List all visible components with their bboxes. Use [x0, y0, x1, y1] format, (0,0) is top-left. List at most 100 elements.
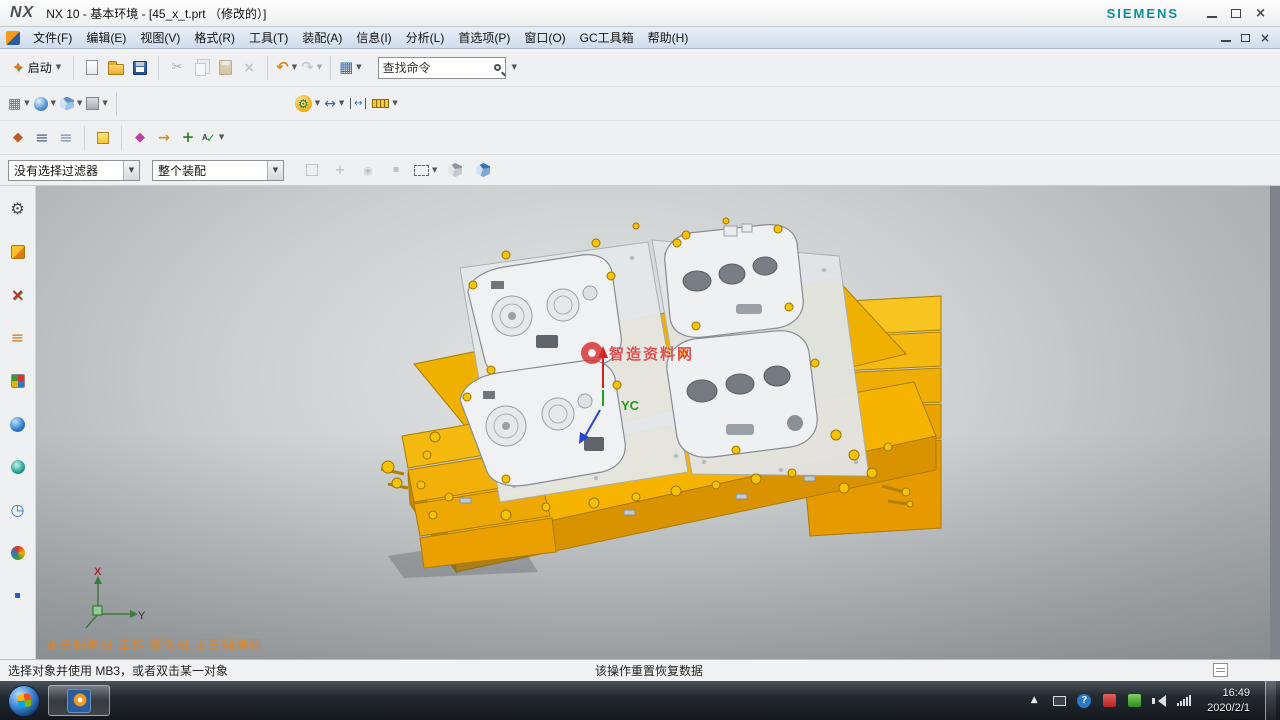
- blue-cube-icon: [476, 163, 490, 177]
- triad-y-label: Y: [138, 610, 146, 622]
- web-browser-icon[interactable]: [7, 413, 29, 435]
- show-hide-button[interactable]: ↔ ▼: [322, 91, 346, 117]
- layer-category-button[interactable]: ≡: [54, 125, 78, 151]
- status-panel-icon[interactable]: [1213, 663, 1228, 677]
- menu-item-gc-toolbox[interactable]: GC工具箱: [573, 26, 641, 49]
- open-button[interactable]: [104, 55, 128, 81]
- minimize-icon[interactable]: [1207, 16, 1217, 18]
- selection-scope-caret-icon[interactable]: ▼: [267, 161, 283, 180]
- update-tray-icon[interactable]: [1126, 693, 1142, 709]
- save-button[interactable]: [128, 55, 152, 81]
- palette-mini-icon[interactable]: ▪: [7, 585, 29, 607]
- paste-icon: [219, 60, 232, 75]
- move-component-button[interactable]: ◆: [6, 125, 30, 151]
- triad-origin[interactable]: [93, 606, 102, 615]
- background-button[interactable]: ▼: [84, 91, 109, 117]
- layer-settings-button[interactable]: ≡: [30, 125, 54, 151]
- open-folder-icon: [108, 64, 124, 75]
- reuse-library-icon[interactable]: [7, 370, 29, 392]
- search-caret-icon[interactable]: ▼: [512, 64, 517, 71]
- grid-display-button[interactable]: ▦ ▼: [6, 91, 32, 117]
- system-tray: ▲ ? 16:49 2020/2/1: [1026, 681, 1280, 720]
- xform-button[interactable]: ◆: [128, 125, 152, 151]
- snap-center-button[interactable]: ◉: [356, 157, 380, 183]
- menu-item-view[interactable]: 视图(V): [133, 26, 187, 49]
- snap-center-icon: ◉: [363, 165, 373, 176]
- windows-flag-icon: [17, 693, 31, 707]
- taskbar-nx-app-button[interactable]: [48, 685, 110, 716]
- layer-settings-icon: ≡: [35, 130, 48, 146]
- command-finder-input[interactable]: [383, 61, 494, 75]
- spell-check-button[interactable]: A✓ ▼: [200, 125, 226, 151]
- materials-icon[interactable]: [7, 542, 29, 564]
- volume-icon[interactable]: [1151, 693, 1167, 709]
- undo-button[interactable]: ↶ ▼: [274, 55, 299, 81]
- history-icon[interactable]: ◷: [7, 499, 29, 521]
- help-tray-icon[interactable]: ?: [1076, 693, 1092, 709]
- menu-item-tools[interactable]: 工具(T): [242, 26, 295, 49]
- hidden-icons-chevron-icon[interactable]: ▲: [1026, 693, 1042, 709]
- hd3d-tools-icon[interactable]: [7, 456, 29, 478]
- wireframe-cube-button[interactable]: [471, 157, 495, 183]
- cut-button[interactable]: ✂: [165, 55, 189, 81]
- render-style-button[interactable]: ⚙ ▼: [293, 91, 322, 117]
- windows-taskbar: ▲ ? 16:49 2020/2/1: [0, 681, 1280, 720]
- menu-item-edit[interactable]: 编辑(E): [79, 26, 133, 49]
- part-navigator-icon[interactable]: ≡: [7, 327, 29, 349]
- display-tray-icon[interactable]: [1051, 693, 1067, 709]
- start-button[interactable]: ✦ 启动 ▼: [6, 57, 67, 78]
- view-cube-button[interactable]: ▼: [58, 91, 84, 117]
- selection-filter-caret-icon[interactable]: ▼: [123, 161, 139, 180]
- menu-item-window[interactable]: 窗口(O): [517, 26, 572, 49]
- menu-item-help[interactable]: 帮助(H): [641, 26, 696, 49]
- wcs-display-button[interactable]: +: [176, 125, 200, 151]
- window-layout-caret-icon: ▼: [356, 64, 361, 71]
- nx-application-window: NX NX 10 - 基本环境 - [45_x_t.prt （修改的）] SIE…: [0, 0, 1280, 720]
- start-menu-button[interactable]: [8, 685, 40, 717]
- menu-item-information[interactable]: 信息(I): [349, 26, 398, 49]
- cut-icon: ✂: [172, 61, 183, 74]
- new-file-button[interactable]: [80, 55, 104, 81]
- show-only-button[interactable]: [443, 157, 467, 183]
- network-icon[interactable]: [1176, 693, 1192, 709]
- doc-restore-icon[interactable]: [1241, 34, 1250, 42]
- snap-end-button[interactable]: ▪: [384, 157, 408, 183]
- selection-filter-select[interactable]: 没有选择过滤器 ▼: [8, 160, 140, 181]
- paste-button[interactable]: [213, 55, 237, 81]
- rectangle-select-button[interactable]: ▼: [412, 157, 439, 183]
- menu-item-assemblies[interactable]: 装配(A): [295, 26, 349, 49]
- dimension-button[interactable]: ↔: [346, 91, 370, 117]
- document-icon[interactable]: [6, 31, 20, 45]
- close-icon[interactable]: ×: [1255, 7, 1266, 20]
- search-icon[interactable]: [494, 64, 501, 71]
- standard-toolbar: ✦ 启动 ▼ ✂ × ↶ ▼ ↷ ▼ ▦ ▼ ▼: [0, 49, 1280, 87]
- render-sphere-button[interactable]: ▼: [32, 91, 58, 117]
- graphics-viewport[interactable]: YC X Y 智造资料网 正三轴测图 工作 摄像机 正三轴测图: [36, 186, 1270, 659]
- doc-minimize-icon[interactable]: [1221, 40, 1231, 42]
- cad-model-canvas[interactable]: YC X Y: [36, 186, 1270, 659]
- selection-scope-select[interactable]: 整个装配 ▼: [152, 160, 284, 181]
- redo-button[interactable]: ↷ ▼: [299, 55, 324, 81]
- measure-button[interactable]: ▼: [370, 91, 399, 117]
- menu-item-preferences[interactable]: 首选项(P): [451, 26, 517, 49]
- copy-button[interactable]: [189, 55, 213, 81]
- taskbar-clock[interactable]: 16:49 2020/2/1: [1201, 686, 1256, 715]
- doc-close-icon[interactable]: ×: [1260, 32, 1270, 44]
- menu-item-file[interactable]: 文件(F): [26, 26, 79, 49]
- background-swatch-icon: [86, 97, 99, 110]
- roles-gear-icon[interactable]: ⚙: [7, 198, 29, 220]
- highlight-button[interactable]: [300, 157, 324, 183]
- datum-arrow-button[interactable]: →: [152, 125, 176, 151]
- window-controls: ×: [1207, 7, 1270, 20]
- restore-icon[interactable]: [1231, 9, 1241, 18]
- menu-item-analysis[interactable]: 分析(L): [399, 26, 452, 49]
- delete-button[interactable]: ×: [237, 55, 261, 81]
- constraint-navigator-icon[interactable]: ×: [7, 284, 29, 306]
- menu-item-format[interactable]: 格式(R): [187, 26, 242, 49]
- note-button[interactable]: [91, 125, 115, 151]
- show-desktop-button[interactable]: [1265, 681, 1276, 720]
- window-layout-button[interactable]: ▦ ▼: [337, 55, 364, 81]
- assembly-navigator-icon[interactable]: [7, 241, 29, 263]
- snap-point-button[interactable]: +: [328, 157, 352, 183]
- security-tray-icon[interactable]: [1101, 693, 1117, 709]
